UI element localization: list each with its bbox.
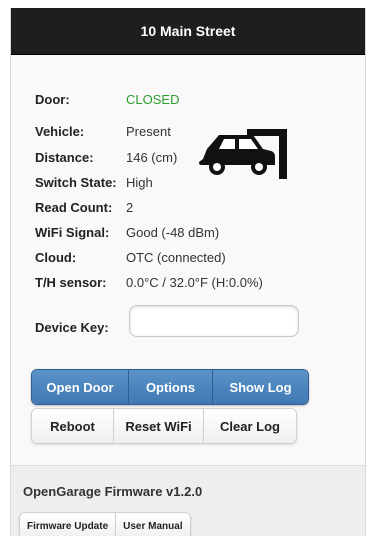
primary-button-group: Open Door Options Show Log [31, 369, 309, 405]
firmware-update-button[interactable]: Firmware Update [20, 513, 117, 536]
door-status: CLOSED [126, 91, 180, 107]
reboot-button[interactable]: Reboot [32, 409, 114, 443]
distance-value: 146 (cm) [126, 149, 178, 165]
options-button[interactable]: Options [129, 370, 213, 404]
vehicle-row: Vehicle: Present [35, 121, 171, 141]
distance-row: Distance: 146 (cm) [35, 147, 177, 167]
device-key-label: Device Key: [35, 319, 109, 335]
user-manual-button[interactable]: User Manual [116, 513, 190, 536]
switch-state-label: Switch State: [35, 174, 117, 190]
cloud-value: OTC (connected) [126, 249, 226, 265]
show-log-button[interactable]: Show Log [213, 370, 308, 404]
vehicle-label: Vehicle: [35, 123, 85, 139]
wifi-signal-row: WiFi Signal: Good (-48 dBm) [35, 222, 219, 242]
cloud-row: Cloud: OTC (connected) [35, 247, 226, 267]
cloud-label: Cloud: [35, 249, 77, 265]
page-title: 10 Main Street [140, 23, 236, 39]
door-row: Door: CLOSED [35, 89, 179, 109]
read-count-value: 2 [126, 199, 134, 215]
device-key-input[interactable] [129, 305, 299, 337]
app-frame: 10 Main Street Door: CLOSED Vehicle: Pre… [10, 8, 366, 536]
page-header: 10 Main Street [11, 8, 365, 55]
th-sensor-value: 0.0°C / 32.0°F (H:0.0%) [126, 274, 263, 290]
switch-state-value: High [126, 174, 153, 190]
device-key-row: Device Key: [35, 317, 126, 337]
vehicle-value: Present [126, 123, 171, 139]
reset-wifi-button[interactable]: Reset WiFi [114, 409, 204, 443]
door-label: Door: [35, 91, 70, 107]
distance-label: Distance: [35, 149, 94, 165]
read-count-row: Read Count: 2 [35, 197, 133, 217]
th-sensor-label: T/H sensor: [35, 274, 107, 290]
read-count-label: Read Count: [35, 199, 113, 215]
secondary-button-group: Reboot Reset WiFi Clear Log [31, 408, 297, 444]
clear-log-button[interactable]: Clear Log [204, 409, 296, 443]
wifi-signal-value: Good (-48 dBm) [126, 224, 220, 240]
car-in-garage-icon [199, 129, 287, 179]
wifi-signal-label: WiFi Signal: [35, 224, 110, 240]
th-sensor-row: T/H sensor: 0.0°C / 32.0°F (H:0.0%) [35, 272, 263, 292]
firmware-version: OpenGarage Firmware v1.2.0 [23, 484, 203, 499]
switch-state-row: Switch State: High [35, 172, 153, 192]
open-door-button[interactable]: Open Door [32, 370, 129, 404]
footer-link-group: Firmware Update User Manual [19, 512, 191, 536]
